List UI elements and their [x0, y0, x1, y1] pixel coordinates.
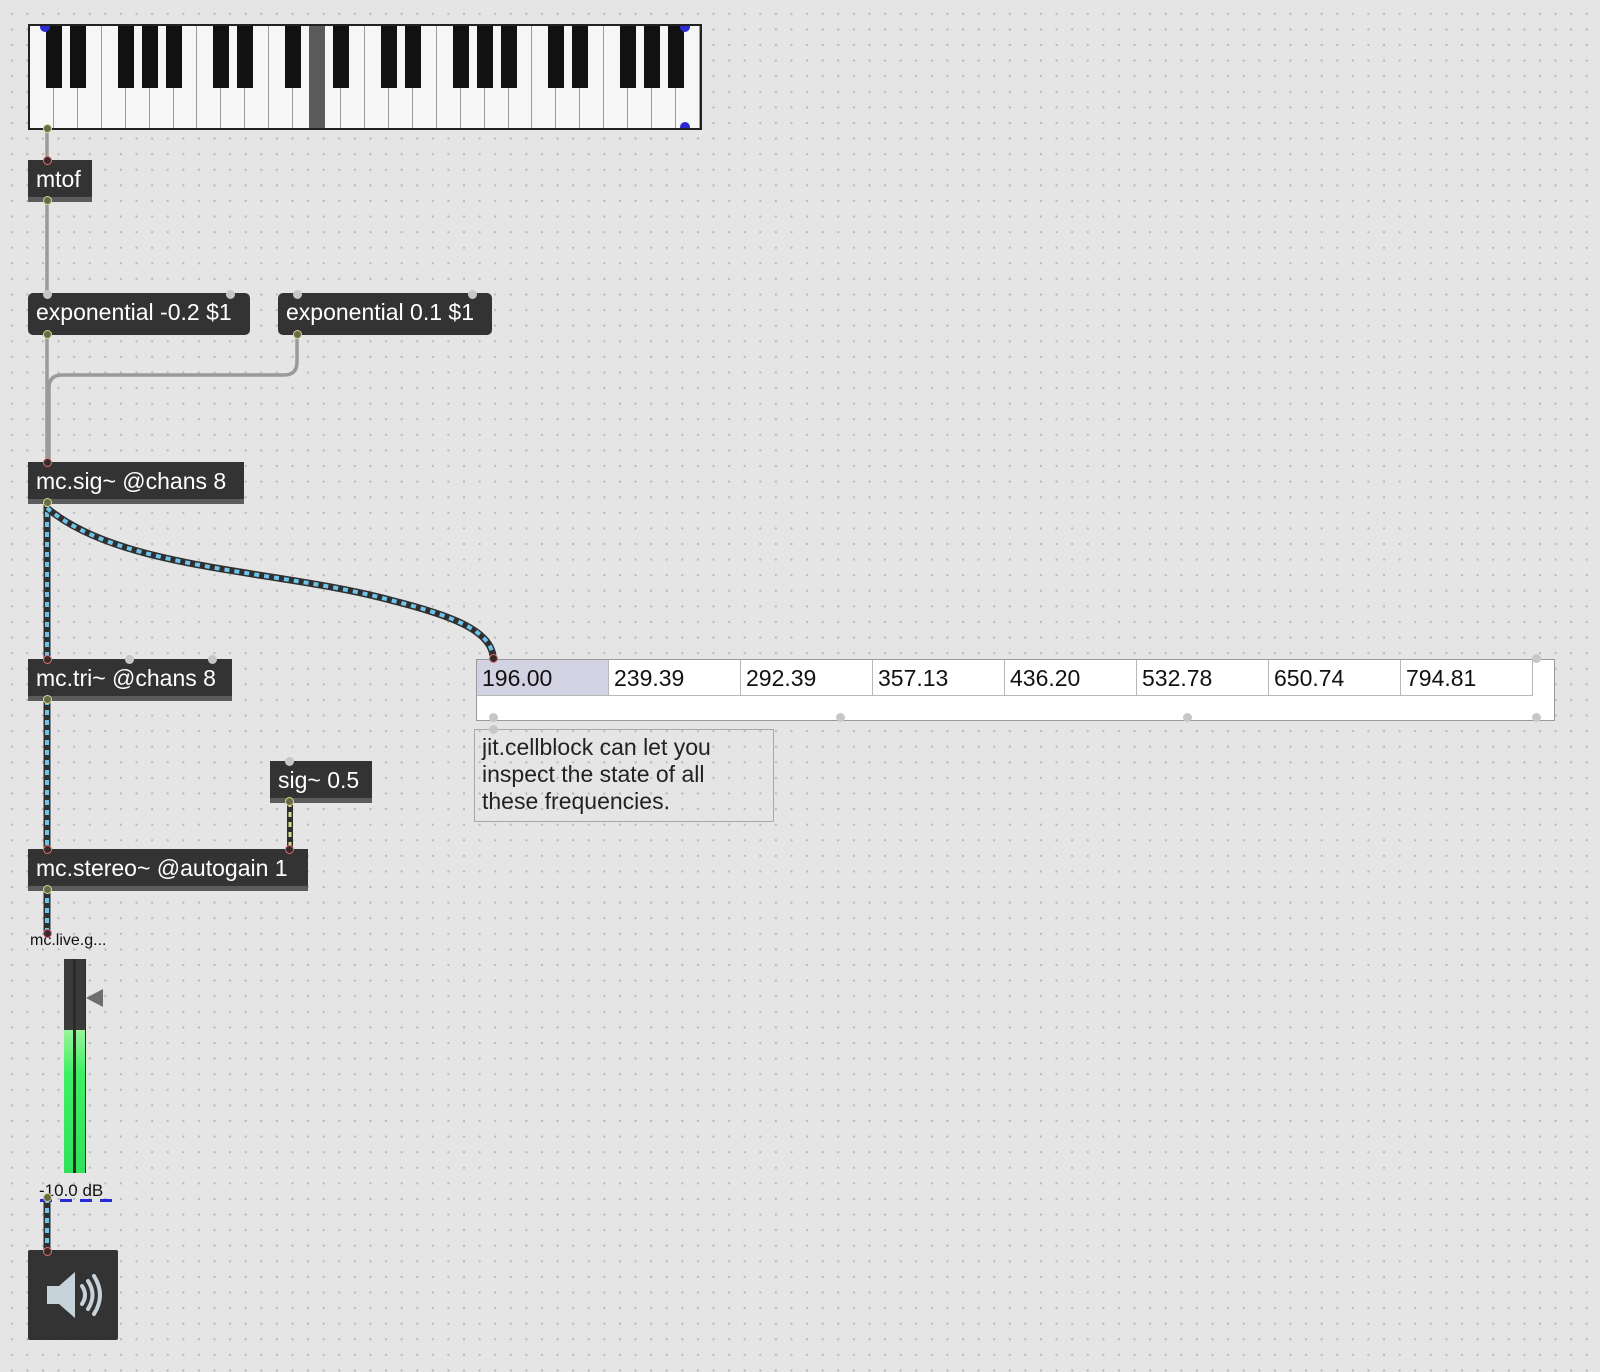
- sig-label: sig~ 0.5: [278, 767, 360, 793]
- black-key[interactable]: [500, 26, 517, 88]
- message-exponential-pos[interactable]: exponential 0.1 $1: [278, 293, 492, 335]
- gain-outlet-dots: [40, 1199, 112, 1202]
- meter-fill-left: [64, 1029, 73, 1173]
- dac-inlet[interactable]: [43, 1247, 52, 1256]
- black-key[interactable]: [333, 26, 350, 88]
- cellblock-cell[interactable]: 239.39: [609, 660, 741, 696]
- gain-slider-handle[interactable]: [86, 988, 103, 1007]
- black-key[interactable]: [644, 26, 661, 88]
- black-key[interactable]: [452, 26, 469, 88]
- message-exp-neg-inlet-right[interactable]: [226, 290, 235, 299]
- mc-stereo-inlet-left[interactable]: [43, 845, 52, 854]
- mc-tri-inlet-2[interactable]: [125, 655, 134, 664]
- gain-title: mc.live.g...: [30, 932, 107, 949]
- black-key[interactable]: [165, 26, 182, 88]
- message-exponential-neg-label: exponential -0.2 $1: [36, 299, 232, 325]
- cellblock-cell[interactable]: 532.78: [1137, 660, 1269, 696]
- black-key[interactable]: [285, 26, 302, 88]
- mtof-object[interactable]: mtof: [28, 160, 92, 202]
- mc-tri-label: mc.tri~ @chans 8: [36, 665, 216, 691]
- meter-channel-right: [76, 959, 85, 1173]
- black-key[interactable]: [380, 26, 397, 88]
- black-key[interactable]: [548, 26, 565, 88]
- black-key[interactable]: [572, 26, 589, 88]
- comment-line-1: jit.cellblock can let you: [482, 734, 711, 760]
- mc-stereo-inlet-right[interactable]: [285, 845, 294, 854]
- black-key[interactable]: [404, 26, 421, 88]
- sig-object[interactable]: sig~ 0.5: [270, 761, 372, 803]
- comment-line-3: these frequencies.: [482, 788, 670, 814]
- cable-exp-pos-mcsig: [47, 334, 299, 462]
- cellblock-inlet[interactable]: [489, 654, 498, 663]
- mc-tri-outlet[interactable]: [43, 695, 52, 704]
- mc-stereo-object[interactable]: mc.stereo~ @autogain 1: [28, 849, 308, 891]
- mc-stereo-label: mc.stereo~ @autogain 1: [36, 855, 288, 881]
- kslider-keyboard[interactable]: [28, 24, 702, 130]
- cable-mcsig-cellblock: [44, 505, 497, 657]
- mc-tri-inlet-3[interactable]: [208, 655, 217, 664]
- gain-outlet[interactable]: [43, 1193, 52, 1202]
- message-exp-neg-inlet[interactable]: [43, 290, 52, 299]
- mc-tri-inlet[interactable]: [43, 655, 52, 664]
- gain-meter[interactable]: [64, 959, 86, 1173]
- black-key-highlighted[interactable]: [309, 26, 326, 128]
- mc-stereo-outlet[interactable]: [43, 885, 52, 894]
- sig-outlet[interactable]: [285, 797, 294, 806]
- comment-inlet: [489, 725, 498, 734]
- cellblock-outlet-4[interactable]: [1532, 713, 1541, 722]
- keyboard-corner-dot: [680, 122, 690, 128]
- mtof-inlet[interactable]: [43, 156, 52, 165]
- black-key[interactable]: [69, 26, 86, 88]
- jit-cellblock[interactable]: 196.00 239.39 292.39 357.13 436.20 532.78 650.…: [476, 659, 1555, 721]
- message-exp-pos-inlet[interactable]: [293, 290, 302, 299]
- cellblock-inlet-right[interactable]: [1532, 654, 1541, 663]
- mc-sig-inlet[interactable]: [43, 458, 52, 467]
- message-exponential-neg[interactable]: exponential -0.2 $1: [28, 293, 250, 335]
- message-exponential-pos-label: exponential 0.1 $1: [286, 299, 474, 325]
- ezdac-button[interactable]: [28, 1250, 118, 1340]
- black-key[interactable]: [620, 26, 637, 88]
- mtof-label: mtof: [36, 166, 81, 192]
- cellblock-cell[interactable]: 357.13: [873, 660, 1005, 696]
- black-key[interactable]: [45, 26, 62, 88]
- comment-line-2: inspect the state of all: [482, 761, 705, 787]
- sig-inlet[interactable]: [285, 757, 294, 766]
- cellblock-cell[interactable]: 794.81: [1401, 660, 1533, 696]
- gain-inlet[interactable]: [43, 929, 52, 938]
- mc-sig-label: mc.sig~ @chans 8: [36, 468, 227, 494]
- cellblock-outlet-3[interactable]: [1183, 713, 1192, 722]
- cellblock-cell[interactable]: 436.20: [1005, 660, 1137, 696]
- message-exp-pos-outlet[interactable]: [293, 330, 302, 339]
- cellblock-cell[interactable]: 292.39: [741, 660, 873, 696]
- mtof-outlet[interactable]: [43, 196, 52, 205]
- black-key[interactable]: [117, 26, 134, 88]
- black-key[interactable]: [141, 26, 158, 88]
- mc-sig-outlet[interactable]: [43, 498, 52, 507]
- black-key[interactable]: [237, 26, 254, 88]
- cellblock-cell[interactable]: 650.74: [1269, 660, 1401, 696]
- black-key[interactable]: [213, 26, 230, 88]
- cellblock-outlet-1[interactable]: [489, 713, 498, 722]
- black-key[interactable]: [476, 26, 493, 88]
- keyboard-outlet[interactable]: [43, 124, 52, 133]
- comment-box: jit.cellblock can let you inspect the st…: [474, 729, 774, 822]
- cellblock-outlet-2[interactable]: [836, 713, 845, 722]
- black-key[interactable]: [668, 26, 685, 88]
- mc-tri-object[interactable]: mc.tri~ @chans 8: [28, 659, 232, 701]
- meter-channel-left: [64, 959, 73, 1173]
- meter-fill-right: [76, 1029, 85, 1173]
- message-exp-pos-inlet-right[interactable]: [468, 290, 477, 299]
- cellblock-cell[interactable]: 196.00: [477, 660, 609, 696]
- message-exp-neg-outlet[interactable]: [43, 330, 52, 339]
- speaker-icon: [47, 1272, 102, 1318]
- mc-sig-object[interactable]: mc.sig~ @chans 8: [28, 462, 244, 504]
